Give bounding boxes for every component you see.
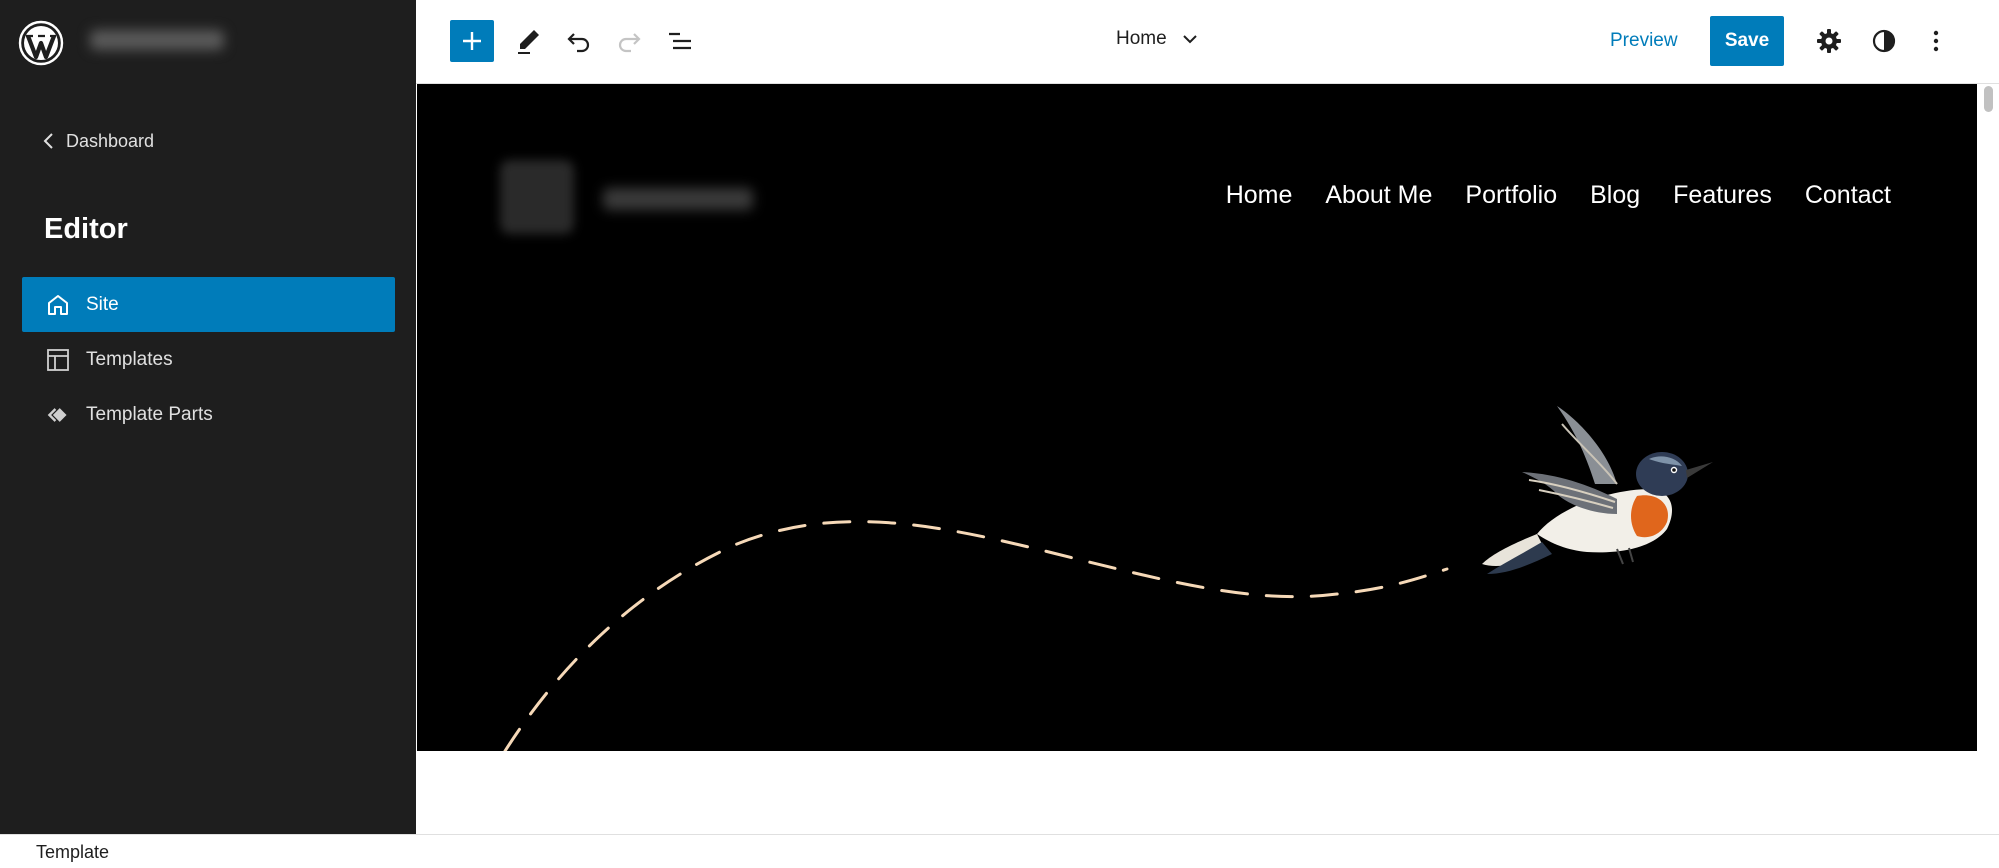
back-link-label: Dashboard xyxy=(66,130,155,151)
site-name-redacted xyxy=(90,30,224,50)
editor-toolbar: Home Preview Save xyxy=(416,0,1999,84)
canvas-scrollbar-thumb[interactable] xyxy=(1984,86,1993,112)
more-vertical-icon xyxy=(1933,30,1939,52)
settings-button[interactable] xyxy=(1809,21,1849,61)
sidebar-item-label: Template Parts xyxy=(86,403,213,425)
redo-icon xyxy=(618,33,641,53)
chevron-left-icon xyxy=(43,133,53,149)
list-view-icon xyxy=(669,32,691,50)
site-header-hero[interactable]: Home About Me Portfolio Blog Features Co… xyxy=(417,84,1977,751)
undo-icon xyxy=(567,33,590,53)
symbol-filled-icon xyxy=(47,407,67,422)
sidebar-item-label: Site xyxy=(86,293,119,315)
pencil-icon xyxy=(518,30,539,54)
home-icon xyxy=(48,294,68,315)
save-button[interactable]: Save xyxy=(1710,16,1784,66)
editor-canvas[interactable]: Home About Me Portfolio Blog Features Co… xyxy=(416,84,1978,834)
chevron-down-icon xyxy=(1182,35,1197,44)
block-breadcrumb[interactable]: Template xyxy=(36,842,109,863)
add-block-button[interactable] xyxy=(450,20,494,62)
flight-path-line xyxy=(503,520,1449,751)
editor-sidebar: Dashboard Editor Site Templates Template… xyxy=(0,0,416,834)
contrast-icon xyxy=(1872,29,1896,53)
editor-footer: Template xyxy=(0,834,1999,868)
sidebar-navigation: Site Templates Template Parts xyxy=(22,277,395,442)
plus-icon xyxy=(463,32,481,50)
preview-button[interactable]: Preview xyxy=(1610,30,1678,52)
sidebar-item-template-parts[interactable]: Template Parts xyxy=(22,387,395,442)
bird-illustration xyxy=(1482,406,1713,574)
document-title: Home xyxy=(1116,28,1167,49)
sidebar-item-site[interactable]: Site xyxy=(22,277,395,332)
document-title-dropdown[interactable]: Home xyxy=(1116,28,1199,50)
sidebar-item-templates[interactable]: Templates xyxy=(22,332,395,387)
tools-button[interactable] xyxy=(508,21,548,61)
sidebar-section-title: Editor xyxy=(44,213,128,245)
redo-button[interactable] xyxy=(609,21,649,61)
layout-icon xyxy=(47,348,69,371)
options-button[interactable] xyxy=(1916,21,1956,61)
styles-button[interactable] xyxy=(1864,21,1904,61)
canvas-scrollbar[interactable] xyxy=(1978,84,1999,834)
wordpress-logo-icon[interactable] xyxy=(18,20,64,66)
undo-button[interactable] xyxy=(559,21,599,61)
back-to-dashboard-link[interactable]: Dashboard xyxy=(42,128,154,154)
gear-icon xyxy=(1817,29,1841,53)
list-view-button[interactable] xyxy=(660,21,700,61)
sidebar-item-label: Templates xyxy=(86,348,173,370)
